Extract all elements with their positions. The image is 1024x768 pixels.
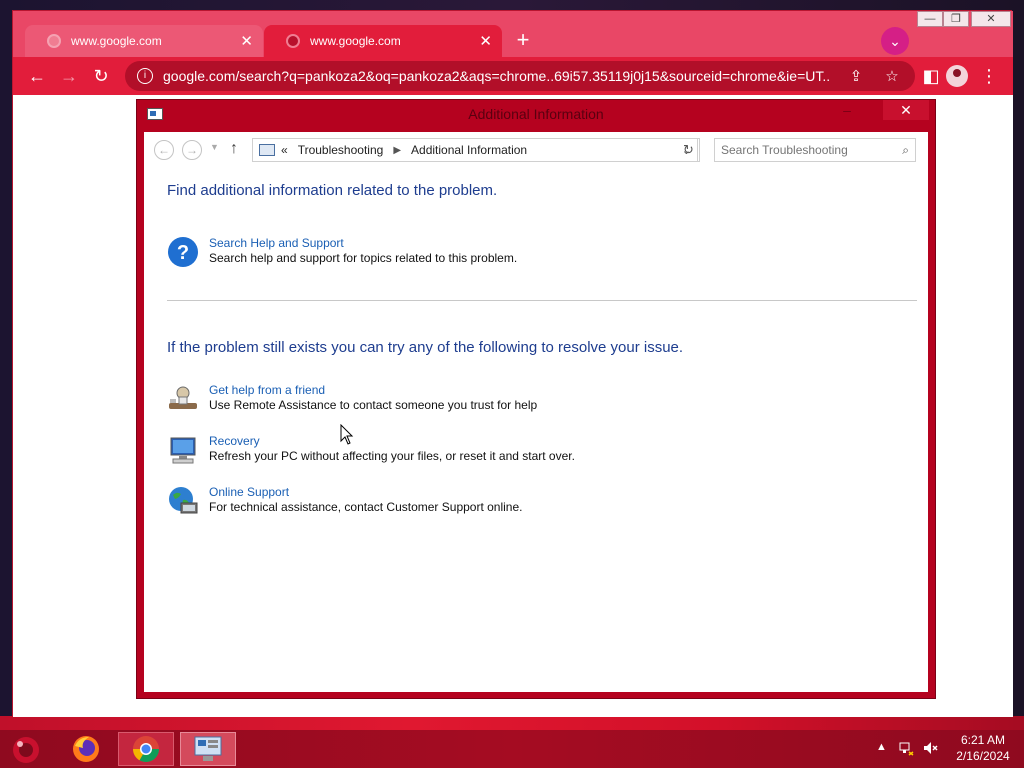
list-item-recovery[interactable]: Recovery Refresh your PC without affecti… [167, 434, 767, 470]
forward-arrow-icon[interactable]: → [55, 62, 83, 90]
breadcrumb-prefix[interactable]: « [281, 143, 288, 157]
tab-search-icon[interactable]: ⌄ [881, 27, 909, 55]
back-arrow-icon[interactable]: ← [154, 140, 174, 160]
item-description: For technical assistance, contact Custom… [209, 500, 523, 514]
explorer-navigation-bar: ← → ▼ ↑ « Troubleshooting ▶ Additional I… [144, 132, 928, 168]
list-item-online-support[interactable]: Online Support For technical assistance,… [167, 485, 767, 521]
tab-title: www.google.com [310, 34, 401, 48]
clock-time: 6:21 AM [960, 733, 1006, 747]
section-heading-resolve-issue: If the problem still exists you can try … [167, 339, 684, 356]
breadcrumb-item-troubleshooting[interactable]: Troubleshooting [298, 143, 384, 157]
search-input[interactable] [721, 143, 903, 157]
forward-arrow-icon[interactable]: → [182, 140, 202, 160]
refresh-icon[interactable]: ↻ [678, 138, 700, 162]
mouse-cursor-icon [340, 424, 354, 445]
firefox-icon [73, 736, 99, 762]
search-help-link[interactable]: Search Help and Support [209, 236, 344, 250]
dialog-close-button[interactable]: ✕ [883, 100, 929, 120]
item-description: Search help and support for topics relat… [209, 251, 518, 265]
back-arrow-icon[interactable]: ← [23, 62, 51, 90]
profile-avatar-icon[interactable] [943, 62, 971, 90]
site-info-icon[interactable]: i [137, 68, 153, 84]
globe-icon [169, 487, 198, 514]
volume-muted-icon[interactable] [922, 740, 938, 756]
dialog-minimize-button[interactable]: – [837, 102, 857, 122]
search-troubleshooting-box[interactable]: ⌕ [714, 138, 916, 162]
minimize-button[interactable]: — [917, 11, 943, 27]
tab-close-icon[interactable]: ✕ [479, 34, 492, 49]
dialog-title: Additional Information [468, 106, 604, 122]
taskbar-clock[interactable]: 6:21 AM 2/16/2024 [946, 732, 1020, 764]
recovery-link[interactable]: Recovery [209, 434, 260, 448]
side-panel-icon[interactable]: ◧ [917, 62, 945, 90]
troubleshooting-icon [194, 736, 222, 761]
section-heading-additional-info: Find additional information related to t… [167, 182, 498, 199]
tab-title: www.google.com [71, 34, 162, 48]
dialog-body: ← → ▼ ↑ « Troubleshooting ▶ Additional I… [144, 132, 928, 692]
search-icon[interactable]: ⌕ [902, 143, 909, 158]
tab-strip: www.google.com ✕ www.google.com ✕ + ⌄ — … [13, 11, 1013, 57]
help-icon: ? [168, 237, 198, 267]
url-text[interactable]: google.com/search?q=pankoza2&oq=pankoza2… [163, 68, 831, 84]
browser-page-content: Additional Information – ✕ ← → ▼ ↑ « Tro… [13, 95, 1013, 717]
globe-favicon-icon [47, 34, 61, 48]
breadcrumb-separator-icon[interactable]: ▶ [393, 145, 401, 156]
address-bar[interactable]: i google.com/search?q=pankoza2&oq=pankoz… [125, 61, 915, 91]
chrome-menu-icon[interactable]: ⋮ [975, 62, 1003, 90]
browser-tab-1[interactable]: www.google.com ✕ [25, 25, 263, 57]
network-icon[interactable] [898, 740, 914, 756]
taskbar-troubleshooting[interactable] [180, 732, 236, 766]
svg-text:?: ? [177, 242, 189, 264]
taskbar-chrome[interactable] [118, 732, 174, 766]
up-arrow-icon[interactable]: ↑ [230, 140, 238, 158]
new-tab-button[interactable]: + [511, 29, 535, 53]
control-panel-icon [259, 144, 275, 156]
show-hidden-icons-icon[interactable]: ▲ [876, 741, 887, 753]
breadcrumb-item-additional-information[interactable]: Additional Information [411, 143, 527, 157]
online-support-link[interactable]: Online Support [209, 485, 289, 499]
remote-assistance-icon [169, 386, 197, 409]
clock-date: 2/16/2024 [956, 749, 1010, 763]
breadcrumb[interactable]: « Troubleshooting ▶ Additional Informati… [252, 138, 698, 162]
bookmark-star-icon[interactable]: ☆ [881, 67, 903, 85]
troubleshooting-dialog: Additional Information – ✕ ← → ▼ ↑ « Tro… [136, 99, 936, 699]
section-divider [167, 300, 917, 301]
chrome-window: www.google.com ✕ www.google.com ✕ + ⌄ — … [12, 10, 1013, 717]
start-button-icon[interactable] [8, 732, 44, 766]
restore-button[interactable]: ❐ [943, 11, 969, 27]
list-item-search-help[interactable]: ? Search Help and Support Search help an… [167, 236, 767, 272]
chrome-icon [132, 736, 160, 763]
list-item-get-help-friend[interactable]: Get help from a friend Use Remote Assist… [167, 383, 767, 419]
taskbar-firefox[interactable] [58, 732, 114, 766]
taskbar: ▲ 6:21 AM 2/16/2024 [0, 730, 1024, 768]
item-description: Refresh your PC without affecting your f… [209, 449, 575, 463]
window-close-button[interactable]: ✕ [971, 11, 1011, 27]
reload-icon[interactable]: ↻ [87, 62, 115, 90]
browser-toolbar: ← → ↻ i google.com/search?q=pankoza2&oq=… [13, 57, 1013, 95]
get-help-friend-link[interactable]: Get help from a friend [209, 383, 325, 397]
globe-favicon-icon [286, 34, 300, 48]
browser-tab-2[interactable]: www.google.com ✕ [264, 25, 502, 57]
tab-close-icon[interactable]: ✕ [240, 34, 253, 49]
share-icon[interactable]: ⇪ [845, 67, 867, 85]
item-description: Use Remote Assistance to contact someone… [209, 398, 538, 412]
recent-locations-chevron-icon[interactable]: ▼ [210, 142, 219, 152]
recovery-icon [170, 437, 196, 464]
desktop-wallpaper-strip [0, 716, 1024, 730]
